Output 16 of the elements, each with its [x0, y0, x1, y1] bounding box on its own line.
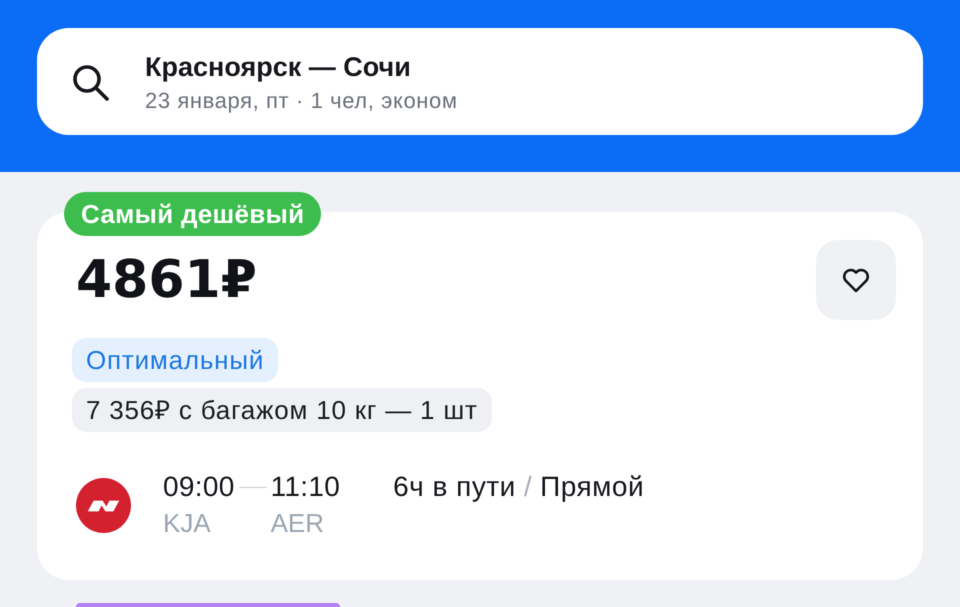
- airline-logo-icon: [76, 478, 131, 532]
- duration-text: 6ч в пути: [393, 470, 516, 502]
- price-text: 4861₽: [76, 250, 257, 310]
- departure-time: 09:00: [163, 470, 235, 502]
- offer-badge: Самый дешёвый: [64, 192, 322, 236]
- stops-text: Прямой: [540, 470, 644, 502]
- arrival-time: 11:10: [270, 470, 340, 502]
- baggage-price-tag: 7 356₽ с багажом 10 кг — 1 шт: [72, 388, 492, 432]
- fare-tag: Оптимальный: [72, 338, 278, 382]
- search-bar[interactable]: Красноярск — Сочи 23 января, пт · 1 чел, эконом: [37, 28, 923, 135]
- route-title: Красноярск — Сочи: [145, 50, 412, 84]
- trip-details: 23 января, пт · 1 чел, эконом: [145, 88, 458, 114]
- favorite-button[interactable]: [816, 240, 896, 320]
- departure-airport: KJA: [163, 508, 212, 539]
- separator-slash: /: [524, 470, 532, 502]
- arrival-airport: AER: [270, 508, 326, 539]
